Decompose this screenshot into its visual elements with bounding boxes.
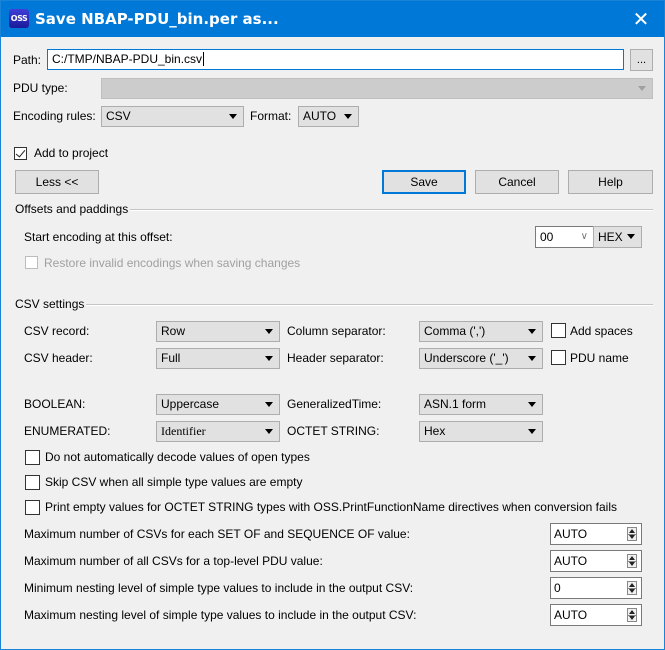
restore-invalid-checkbox[interactable] — [25, 256, 38, 269]
column-separator-label: Column separator: — [287, 324, 386, 338]
save-as-dialog: OSS Save NBAP-PDU_bin.per as... ✕ Path: … — [0, 0, 665, 650]
chevron-down-icon: ∨ — [580, 231, 588, 242]
start-offset-label: Start encoding at this offset: — [24, 230, 173, 244]
path-value: C:/TMP/NBAP-PDU_bin.csv — [52, 52, 203, 66]
chevron-down-icon — [344, 114, 352, 119]
format-value: AUTO — [303, 109, 337, 123]
max-csvs-set-of-value: AUTO — [554, 527, 588, 541]
print-empty-values-checkbox[interactable] — [25, 500, 40, 515]
browse-button[interactable]: ... — [630, 49, 653, 71]
format-select[interactable]: AUTO — [298, 106, 359, 127]
chevron-down-icon — [528, 356, 536, 361]
chevron-down-icon — [627, 234, 635, 239]
spin-updown-icon[interactable] — [627, 581, 637, 595]
add-to-project-checkbox[interactable] — [14, 147, 27, 160]
octet-string-label: OCTET STRING: — [287, 424, 380, 438]
chevron-down-icon — [638, 86, 646, 91]
csv-group-title: CSV settings — [15, 297, 85, 311]
octet-string-select[interactable]: Hex — [419, 421, 543, 442]
chevron-down-icon — [528, 429, 536, 434]
chevron-down-icon — [528, 402, 536, 407]
offset-base-select[interactable]: HEX — [593, 226, 642, 248]
boolean-label: BOOLEAN: — [24, 397, 86, 411]
generalized-time-label: GeneralizedTime: — [287, 397, 382, 411]
max-nesting-value: AUTO — [554, 608, 588, 622]
print-empty-values-label: Print empty values for OCTET STRING type… — [45, 500, 617, 514]
save-button[interactable]: Save — [382, 170, 466, 194]
max-csvs-pdu-label: Maximum number of all CSVs for a top-lev… — [24, 554, 323, 568]
max-csvs-set-of-label: Maximum number of CSVs for each SET OF a… — [24, 527, 410, 541]
encoding-rules-value: CSV — [106, 109, 131, 123]
header-separator-label: Header separator: — [287, 351, 384, 365]
spin-updown-icon[interactable] — [627, 527, 637, 541]
add-spaces-label: Add spaces — [570, 324, 633, 338]
cancel-button[interactable]: Cancel — [475, 170, 559, 194]
csv-record-label: CSV record: — [24, 324, 90, 338]
skip-csv-label: Skip CSV when all simple type values are… — [45, 475, 303, 489]
restore-invalid-label: Restore invalid encodings when saving ch… — [44, 256, 301, 270]
chevron-down-icon — [265, 402, 273, 407]
chevron-down-icon — [265, 429, 273, 434]
pdu-name-checkbox[interactable] — [551, 350, 566, 365]
format-label: Format: — [250, 109, 292, 123]
close-icon[interactable]: ✕ — [629, 7, 653, 31]
min-nesting-spinner[interactable]: 0 — [550, 577, 642, 599]
enumerated-label: ENUMERATED: — [24, 424, 111, 438]
csv-record-select[interactable]: Row — [156, 321, 280, 342]
generalized-time-value: ASN.1 form — [424, 397, 487, 411]
offset-base-value: HEX — [598, 230, 623, 244]
max-nesting-label: Maximum nesting level of simple type val… — [24, 608, 417, 622]
chevron-down-icon — [265, 329, 273, 334]
oss-app-icon: OSS — [9, 9, 29, 28]
dialog-title: Save NBAP-PDU_bin.per as... — [35, 10, 279, 28]
csv-header-label: CSV header: — [24, 351, 93, 365]
chevron-down-icon — [528, 329, 536, 334]
start-offset-input[interactable]: 00 ∨ — [535, 226, 594, 248]
title-bar: OSS Save NBAP-PDU_bin.per as... ✕ — [1, 1, 664, 37]
no-auto-decode-label: Do not automatically decode values of op… — [45, 450, 310, 464]
add-to-project-label: Add to project — [34, 146, 109, 160]
help-button[interactable]: Help — [568, 170, 653, 194]
path-input[interactable]: C:/TMP/NBAP-PDU_bin.csv — [47, 49, 624, 70]
enumerated-select[interactable]: Identifier — [156, 421, 280, 442]
csv-header-value: Full — [161, 351, 181, 365]
csv-header-select[interactable]: Full — [156, 348, 280, 369]
max-csvs-pdu-value: AUTO — [554, 554, 588, 568]
group-divider — [86, 304, 653, 306]
encoding-rules-label: Encoding rules: — [13, 109, 96, 123]
generalized-time-select[interactable]: ASN.1 form — [419, 394, 543, 415]
encoding-rules-select[interactable]: CSV — [101, 106, 244, 127]
spin-updown-icon[interactable] — [627, 554, 637, 568]
chevron-down-icon — [265, 356, 273, 361]
path-label: Path: — [13, 53, 42, 67]
max-nesting-spinner[interactable]: AUTO — [550, 604, 642, 626]
boolean-value: Uppercase — [161, 397, 220, 411]
octet-string-value: Hex — [424, 424, 446, 438]
min-nesting-value: 0 — [554, 581, 561, 595]
max-csvs-pdu-spinner[interactable]: AUTO — [550, 550, 642, 572]
min-nesting-label: Minimum nesting level of simple type val… — [24, 581, 414, 595]
skip-csv-checkbox[interactable] — [25, 475, 40, 490]
pdu-name-label: PDU name — [570, 351, 629, 365]
csv-record-value: Row — [161, 324, 186, 338]
pdu-type-label: PDU type: — [13, 81, 68, 95]
checkmark-icon — [15, 147, 26, 158]
max-csvs-set-of-spinner[interactable]: AUTO — [550, 523, 642, 545]
add-spaces-checkbox[interactable] — [551, 323, 566, 338]
no-auto-decode-checkbox[interactable] — [25, 450, 40, 465]
offsets-group-title: Offsets and paddings — [15, 202, 129, 216]
header-separator-select[interactable]: Underscore ('_') — [419, 348, 543, 369]
column-separator-value: Comma (',') — [424, 324, 486, 338]
spin-updown-icon[interactable] — [627, 608, 637, 622]
chevron-down-icon — [229, 114, 237, 119]
header-separator-value: Underscore ('_') — [424, 351, 509, 365]
less-button[interactable]: Less << — [15, 170, 99, 194]
start-offset-value: 00 — [540, 230, 554, 244]
column-separator-select[interactable]: Comma (',') — [419, 321, 543, 342]
enumerated-value: Identifier — [161, 424, 206, 438]
boolean-select[interactable]: Uppercase — [156, 394, 280, 415]
group-divider — [130, 209, 653, 211]
pdu-type-select[interactable] — [101, 78, 653, 99]
